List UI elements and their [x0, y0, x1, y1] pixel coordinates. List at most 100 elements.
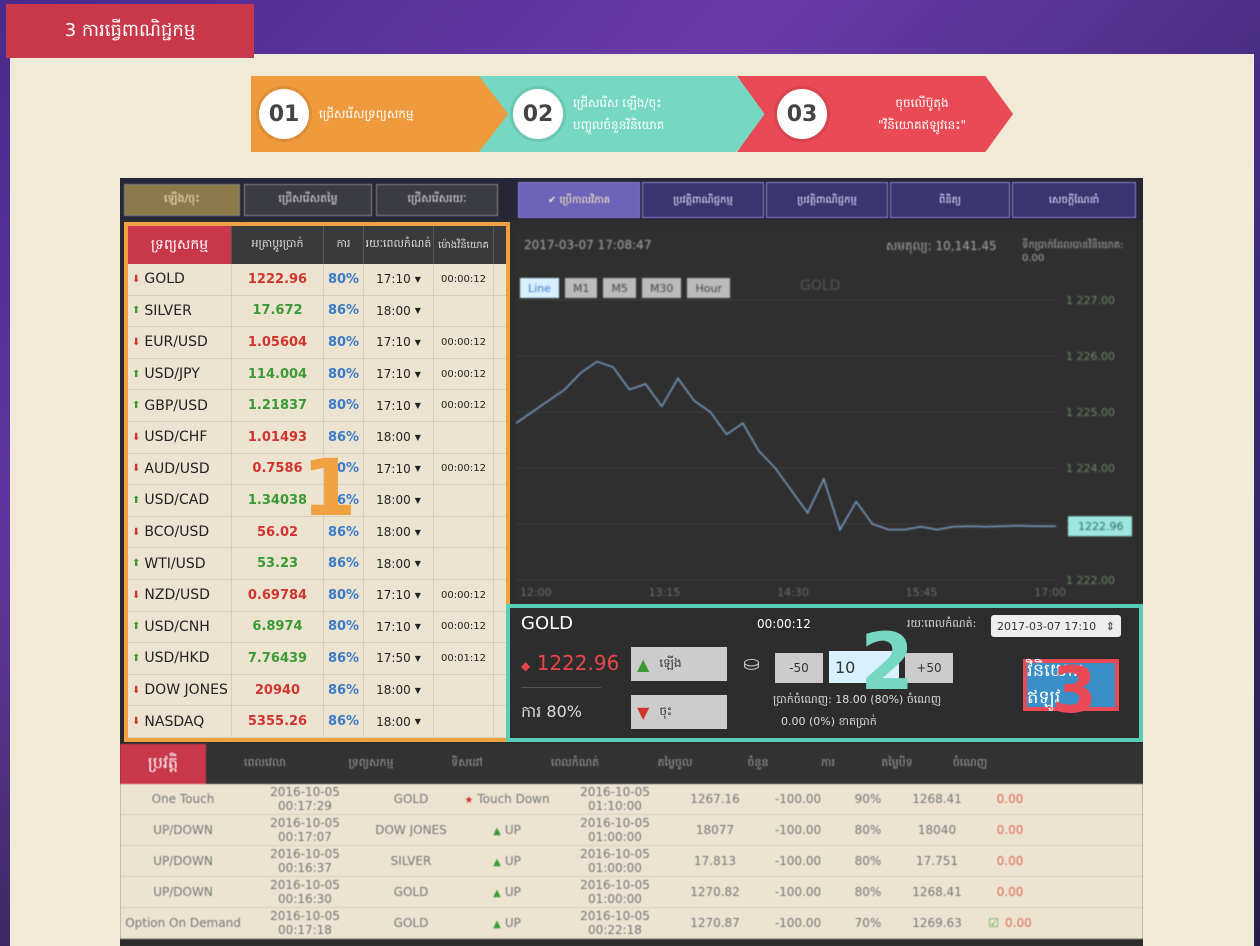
tab-schedule[interactable]: ✔ ប្រើកាលវិភាគ: [518, 182, 640, 218]
asset-expiry-select[interactable]: 18:00 ▼: [364, 421, 434, 453]
step-3-line2: "វិនិយោគឥឡូវនេះ": [877, 118, 967, 132]
asset-row[interactable]: ⬇ NZD/USD 0.69784 80% 17:10 ▼ 00:00:12: [128, 579, 506, 612]
hist-payout: 90%: [840, 792, 896, 806]
asset-payout: 80%: [324, 358, 364, 390]
asset-row[interactable]: ⬆ SILVER 17.672 86% 18:00 ▼: [128, 295, 506, 328]
asset-payout: 86%: [324, 643, 364, 674]
hist-asset-value: GOLD: [393, 792, 429, 806]
asset-countdown: 00:00:12: [434, 264, 494, 295]
price-chart: 2017-03-07 17:08:47 សមតុល្យ: 10,141.45 ទ…: [516, 230, 1136, 602]
asset-expiry: 18:00: [376, 714, 411, 729]
step-3: 03 ចុចលើប៊ូតុង "វិនិយោគឥឡូវនេះ": [737, 76, 1013, 152]
history-tab[interactable]: ប្រវត្តិ: [120, 744, 206, 784]
hist-asset-value: GOLD: [393, 916, 429, 930]
check-icon: ☑: [988, 916, 1000, 930]
hist-asset-value: SILVER: [390, 854, 432, 868]
asset-name: GBP/USD: [144, 397, 208, 414]
asset-expiry-select[interactable]: 18:00 ▼: [364, 295, 434, 327]
up-arrow-icon: ▲: [493, 826, 501, 837]
up-arrow-icon: ⬆: [132, 652, 141, 664]
asset-row[interactable]: ⬇ EUR/USD 1.05604 80% 17:10 ▼ 00:00:12: [128, 327, 506, 359]
asset-expiry-select[interactable]: 17:10 ▼: [364, 390, 434, 421]
asset-expiry-select[interactable]: 17:10 ▼: [364, 358, 434, 390]
tab-history-2[interactable]: ប្រវត្តិពាណិជ្ជកម្ម: [766, 182, 888, 218]
asset-payout: 80%: [324, 264, 364, 295]
down-arrow-icon: ▼: [637, 702, 650, 722]
down-button[interactable]: ▼ ចុះ: [631, 695, 727, 729]
asset-expiry-select[interactable]: 18:00 ▼: [364, 674, 434, 706]
tab-guide[interactable]: សេចក្តីណែនាំ: [1012, 182, 1136, 218]
asset-expiry-select[interactable]: 17:10 ▼: [364, 611, 434, 643]
tab-review[interactable]: ពិនិត្យ: [890, 182, 1010, 218]
caret-down-icon: ▼: [414, 717, 421, 727]
hist-expiry: 2016-10-05 01:00:00: [556, 816, 674, 844]
hist-type-value: Option On Demand: [125, 916, 241, 930]
asset-expiry-select[interactable]: 17:10 ▼: [364, 327, 434, 358]
hist-profit-value: 0.00: [996, 823, 1024, 837]
hist-close-value: 1269.63: [912, 916, 962, 930]
hist-asset: DOW JONES: [364, 823, 458, 837]
hist-payout: 70%: [840, 916, 896, 930]
asset-row[interactable]: ⬆ USD/JPY 114.004 80% 17:10 ▼ 00:00:12: [128, 358, 506, 391]
asset-row[interactable]: ⬇ DOW JONES 20940 86% 18:00 ▼: [128, 674, 506, 707]
marker-3: 3: [1052, 654, 1097, 728]
history-row: Option On Demand 2016-10-05 00:17:18 GOLD ▲…: [120, 908, 1143, 939]
coins-icon: ⛀: [743, 651, 760, 675]
step-1: 01 ជ្រើសរើសទ្រព្យសកម្ម: [251, 76, 523, 152]
nav-updown-button[interactable]: ឡើង/ចុះ: [124, 184, 240, 216]
hist-amount: -100.00: [756, 854, 840, 868]
select-arrows-icon: ⇕: [1105, 619, 1115, 633]
hist-entry-value: 1270.87: [690, 916, 740, 930]
trade-panel: GOLD 00:00:12 រយៈពេលកំណត់: 2017-03-07 17…: [511, 607, 1136, 737]
asset-row[interactable]: ⬇ GOLD 1222.96 80% 17:10 ▼ 00:00:12: [128, 264, 506, 296]
asset-expiry-select[interactable]: 18:00 ▼: [364, 706, 434, 737]
up-arrow-icon: ⬆: [132, 558, 141, 570]
asset-row[interactable]: ⬇ NASDAQ 5355.26 86% 18:00 ▼: [128, 706, 506, 738]
trade-price: ◆ 1222.96: [521, 651, 619, 675]
hist-close-value: 17.751: [916, 854, 958, 868]
hist-close: 17.751: [896, 854, 978, 868]
asset-expiry-select[interactable]: 18:00 ▼: [364, 548, 434, 579]
asset-name: USD/CAD: [144, 492, 210, 509]
asset-name-cell: ⬇ GOLD: [128, 264, 232, 295]
asset-name-cell: ⬆ USD/JPY: [128, 358, 232, 390]
up-arrow-icon: ⬆: [132, 621, 141, 633]
caret-down-icon: ▼: [414, 685, 421, 695]
asset-expiry-select[interactable]: 18:00 ▼: [364, 516, 434, 548]
hist-time: 2016-10-05 00:17:07: [246, 816, 364, 844]
current-price-label: 1222.96: [1078, 520, 1124, 533]
asset-expiry-select[interactable]: 17:10 ▼: [364, 264, 434, 295]
step-1-text: ជ្រើសរើសទ្រព្យសកម្ម: [319, 107, 414, 121]
nav-duration-button[interactable]: ជ្រើសរើសរយៈ: [376, 184, 498, 216]
nav-price-button[interactable]: ជ្រើសរើសតម្លៃ: [244, 184, 372, 216]
caret-down-icon: ▼: [414, 527, 421, 537]
hist-payout-value: 80%: [854, 885, 882, 899]
asset-price: 53.23: [232, 548, 324, 579]
x-tick-label: 14:30: [777, 586, 809, 599]
y-tick-label: 1 225.00: [1066, 406, 1115, 419]
asset-payout: 80%: [324, 579, 364, 611]
trade-price-value: 1222.96: [536, 651, 620, 675]
asset-row[interactable]: ⬆ GBP/USD 1.21837 80% 17:10 ▼ 00:00:12: [128, 390, 506, 422]
x-tick-label: 17:00: [1034, 586, 1066, 599]
asset-row[interactable]: ⬆ USD/CNH 6.8974 80% 17:10 ▼ 00:00:12: [128, 611, 506, 644]
minus-50-button[interactable]: -50: [775, 653, 823, 683]
hist-type-value: UP/DOWN: [153, 885, 213, 899]
history-table: ប្រវត្តិ ពេលវេលា ទ្រព្យសកម្ម ទិសដៅ ពេលកំ…: [120, 744, 1143, 946]
asset-row[interactable]: ⬆ WTI/USD 53.23 86% 18:00 ▼: [128, 548, 506, 580]
asset-expiry-select[interactable]: 18:00 ▼: [364, 485, 434, 516]
asset-expiry-select[interactable]: 17:10 ▼: [364, 453, 434, 485]
hist-direction: ★ Touch Down: [458, 792, 556, 806]
hist-time-value: 2016-10-05 00:16:37: [270, 847, 340, 875]
tab-history-1[interactable]: ប្រវត្តិពាណិជ្ជកម្ម: [642, 182, 764, 218]
hist-expiry: 2016-10-05 01:00:00: [556, 878, 674, 906]
asset-expiry-select[interactable]: 17:50 ▼: [364, 643, 434, 674]
trading-app: ឡើង/ចុះ ជ្រើសរើសតម្លៃ ជ្រើសរើសរយៈ ✔ ប្រើ…: [120, 178, 1143, 946]
asset-row[interactable]: ⬆ USD/HKD 7.76439 86% 17:50 ▼ 00:01:12: [128, 643, 506, 675]
expiry-select[interactable]: 2017-03-07 17:10 ⇕: [991, 615, 1121, 637]
up-button[interactable]: ▲ ឡើង: [631, 647, 727, 681]
hist-payout: 80%: [840, 854, 896, 868]
hist-header-time: ពេលវេលា: [244, 756, 286, 769]
hist-entry-value: 18077: [695, 823, 735, 837]
asset-expiry-select[interactable]: 17:10 ▼: [364, 579, 434, 611]
